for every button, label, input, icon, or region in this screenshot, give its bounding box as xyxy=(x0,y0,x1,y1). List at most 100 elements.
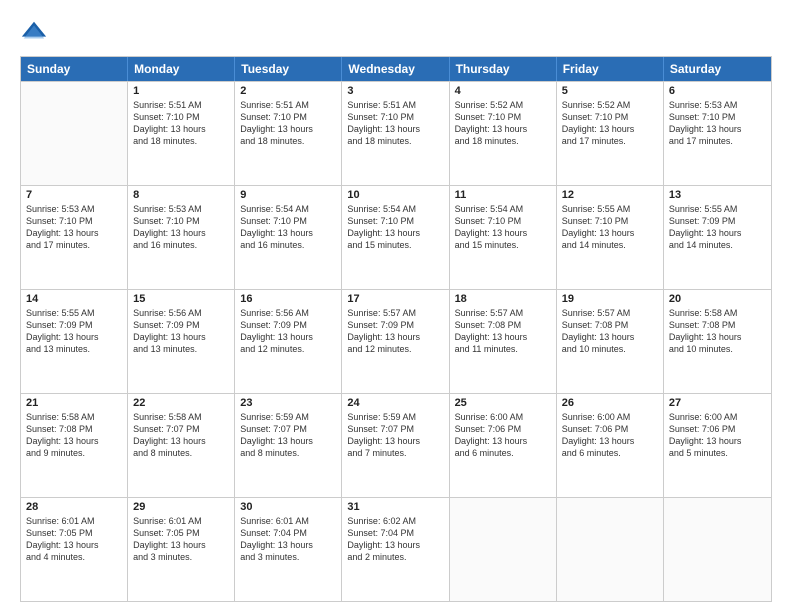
day-number: 12 xyxy=(562,189,658,201)
daylight-line1: Daylight: 13 hours xyxy=(562,123,658,135)
weekday-header: Friday xyxy=(557,57,664,81)
daylight-line1: Daylight: 13 hours xyxy=(669,227,766,239)
sunrise-line: Sunrise: 5:54 AM xyxy=(240,203,336,215)
calendar-cell: 25Sunrise: 6:00 AMSunset: 7:06 PMDayligh… xyxy=(450,394,557,497)
daylight-line2: and 10 minutes. xyxy=(669,343,766,355)
calendar-cell: 22Sunrise: 5:58 AMSunset: 7:07 PMDayligh… xyxy=(128,394,235,497)
day-number: 14 xyxy=(26,293,122,305)
sunset-line: Sunset: 7:08 PM xyxy=(26,423,122,435)
sunrise-line: Sunrise: 6:00 AM xyxy=(669,411,766,423)
day-number: 20 xyxy=(669,293,766,305)
sunrise-line: Sunrise: 5:55 AM xyxy=(26,307,122,319)
daylight-line2: and 16 minutes. xyxy=(133,239,229,251)
daylight-line1: Daylight: 13 hours xyxy=(562,435,658,447)
sunset-line: Sunset: 7:04 PM xyxy=(347,527,443,539)
daylight-line1: Daylight: 13 hours xyxy=(133,123,229,135)
sunrise-line: Sunrise: 6:01 AM xyxy=(26,515,122,527)
day-number: 19 xyxy=(562,293,658,305)
calendar-cell: 12Sunrise: 5:55 AMSunset: 7:10 PMDayligh… xyxy=(557,186,664,289)
daylight-line1: Daylight: 13 hours xyxy=(347,435,443,447)
calendar-cell: 20Sunrise: 5:58 AMSunset: 7:08 PMDayligh… xyxy=(664,290,771,393)
calendar-cell: 24Sunrise: 5:59 AMSunset: 7:07 PMDayligh… xyxy=(342,394,449,497)
day-number: 6 xyxy=(669,85,766,97)
sunset-line: Sunset: 7:10 PM xyxy=(347,215,443,227)
daylight-line1: Daylight: 13 hours xyxy=(26,435,122,447)
sunrise-line: Sunrise: 5:53 AM xyxy=(133,203,229,215)
daylight-line2: and 9 minutes. xyxy=(26,447,122,459)
sunrise-line: Sunrise: 5:54 AM xyxy=(455,203,551,215)
sunset-line: Sunset: 7:10 PM xyxy=(133,215,229,227)
calendar-row: 28Sunrise: 6:01 AMSunset: 7:05 PMDayligh… xyxy=(21,497,771,601)
sunrise-line: Sunrise: 5:53 AM xyxy=(669,99,766,111)
calendar-cell: 17Sunrise: 5:57 AMSunset: 7:09 PMDayligh… xyxy=(342,290,449,393)
daylight-line1: Daylight: 13 hours xyxy=(26,539,122,551)
calendar-row: 1Sunrise: 5:51 AMSunset: 7:10 PMDaylight… xyxy=(21,81,771,185)
sunset-line: Sunset: 7:05 PM xyxy=(26,527,122,539)
sunrise-line: Sunrise: 6:01 AM xyxy=(240,515,336,527)
sunset-line: Sunset: 7:10 PM xyxy=(347,111,443,123)
sunset-line: Sunset: 7:09 PM xyxy=(133,319,229,331)
day-number: 4 xyxy=(455,85,551,97)
day-number: 2 xyxy=(240,85,336,97)
calendar-cell: 10Sunrise: 5:54 AMSunset: 7:10 PMDayligh… xyxy=(342,186,449,289)
calendar-cell: 16 Sunrise: 5:56 AMSunset: 7:09 PMDayligh… xyxy=(235,290,342,393)
daylight-line2: and 11 minutes. xyxy=(455,343,551,355)
sunset-line: Sunset: 7:06 PM xyxy=(669,423,766,435)
sunset-line: Sunset: 7:07 PM xyxy=(133,423,229,435)
calendar-cell: 8Sunrise: 5:53 AMSunset: 7:10 PMDaylight… xyxy=(128,186,235,289)
calendar-cell: 30Sunrise: 6:01 AMSunset: 7:04 PMDayligh… xyxy=(235,498,342,601)
calendar-cell: 4Sunrise: 5:52 AMSunset: 7:10 PMDaylight… xyxy=(450,82,557,185)
daylight-line2: and 3 minutes. xyxy=(240,551,336,563)
day-number: 22 xyxy=(133,397,229,409)
daylight-line2: and 6 minutes. xyxy=(562,447,658,459)
calendar-cell: 28Sunrise: 6:01 AMSunset: 7:05 PMDayligh… xyxy=(21,498,128,601)
daylight-line2: and 15 minutes. xyxy=(455,239,551,251)
daylight-line2: and 6 minutes. xyxy=(455,447,551,459)
calendar-cell xyxy=(450,498,557,601)
calendar-cell: 9Sunrise: 5:54 AMSunset: 7:10 PMDaylight… xyxy=(235,186,342,289)
daylight-line1: Daylight: 13 hours xyxy=(133,227,229,239)
weekday-header: Thursday xyxy=(450,57,557,81)
daylight-line2: and 17 minutes. xyxy=(669,135,766,147)
sunset-line: Sunset: 7:10 PM xyxy=(669,111,766,123)
day-number: 16 xyxy=(240,293,336,305)
sunset-line: Sunset: 7:09 PM xyxy=(240,319,336,331)
daylight-line1: Daylight: 13 hours xyxy=(240,331,336,343)
daylight-line2: and 13 minutes. xyxy=(26,343,122,355)
daylight-line1: Daylight: 13 hours xyxy=(133,331,229,343)
sunset-line: Sunset: 7:09 PM xyxy=(26,319,122,331)
calendar-cell: 2Sunrise: 5:51 AMSunset: 7:10 PMDaylight… xyxy=(235,82,342,185)
sunset-line: Sunset: 7:10 PM xyxy=(240,111,336,123)
daylight-line2: and 10 minutes. xyxy=(562,343,658,355)
sunrise-line: Sunrise: 5:56 AM xyxy=(240,307,336,319)
daylight-line1: Daylight: 13 hours xyxy=(455,435,551,447)
daylight-line2: and 18 minutes. xyxy=(133,135,229,147)
calendar-cell: 14Sunrise: 5:55 AMSunset: 7:09 PMDayligh… xyxy=(21,290,128,393)
sunset-line: Sunset: 7:06 PM xyxy=(455,423,551,435)
day-number: 21 xyxy=(26,397,122,409)
calendar-cell: 1Sunrise: 5:51 AMSunset: 7:10 PMDaylight… xyxy=(128,82,235,185)
logo xyxy=(20,18,52,46)
calendar-row: 7Sunrise: 5:53 AMSunset: 7:10 PMDaylight… xyxy=(21,185,771,289)
sunrise-line: Sunrise: 5:55 AM xyxy=(562,203,658,215)
sunrise-line: Sunrise: 6:02 AM xyxy=(347,515,443,527)
daylight-line2: and 15 minutes. xyxy=(347,239,443,251)
daylight-line1: Daylight: 13 hours xyxy=(26,227,122,239)
calendar-cell: 31Sunrise: 6:02 AMSunset: 7:04 PMDayligh… xyxy=(342,498,449,601)
calendar-cell: 15Sunrise: 5:56 AMSunset: 7:09 PMDayligh… xyxy=(128,290,235,393)
calendar-cell: 21 Sunrise: 5:58 AMSunset: 7:08 PMDayligh… xyxy=(21,394,128,497)
day-number: 1 xyxy=(133,85,229,97)
weekday-header: Monday xyxy=(128,57,235,81)
sunrise-line: Sunrise: 5:58 AM xyxy=(26,411,122,423)
daylight-line2: and 8 minutes. xyxy=(240,447,336,459)
weekday-header: Wednesday xyxy=(342,57,449,81)
calendar-cell xyxy=(664,498,771,601)
sunrise-line: Sunrise: 5:57 AM xyxy=(347,307,443,319)
daylight-line1: Daylight: 13 hours xyxy=(455,123,551,135)
daylight-line2: and 5 minutes. xyxy=(669,447,766,459)
sunset-line: Sunset: 7:08 PM xyxy=(669,319,766,331)
sunset-line: Sunset: 7:10 PM xyxy=(455,111,551,123)
calendar-cell: 11Sunrise: 5:54 AMSunset: 7:10 PMDayligh… xyxy=(450,186,557,289)
calendar-cell: 3Sunrise: 5:51 AMSunset: 7:10 PMDaylight… xyxy=(342,82,449,185)
daylight-line2: and 16 minutes. xyxy=(240,239,336,251)
